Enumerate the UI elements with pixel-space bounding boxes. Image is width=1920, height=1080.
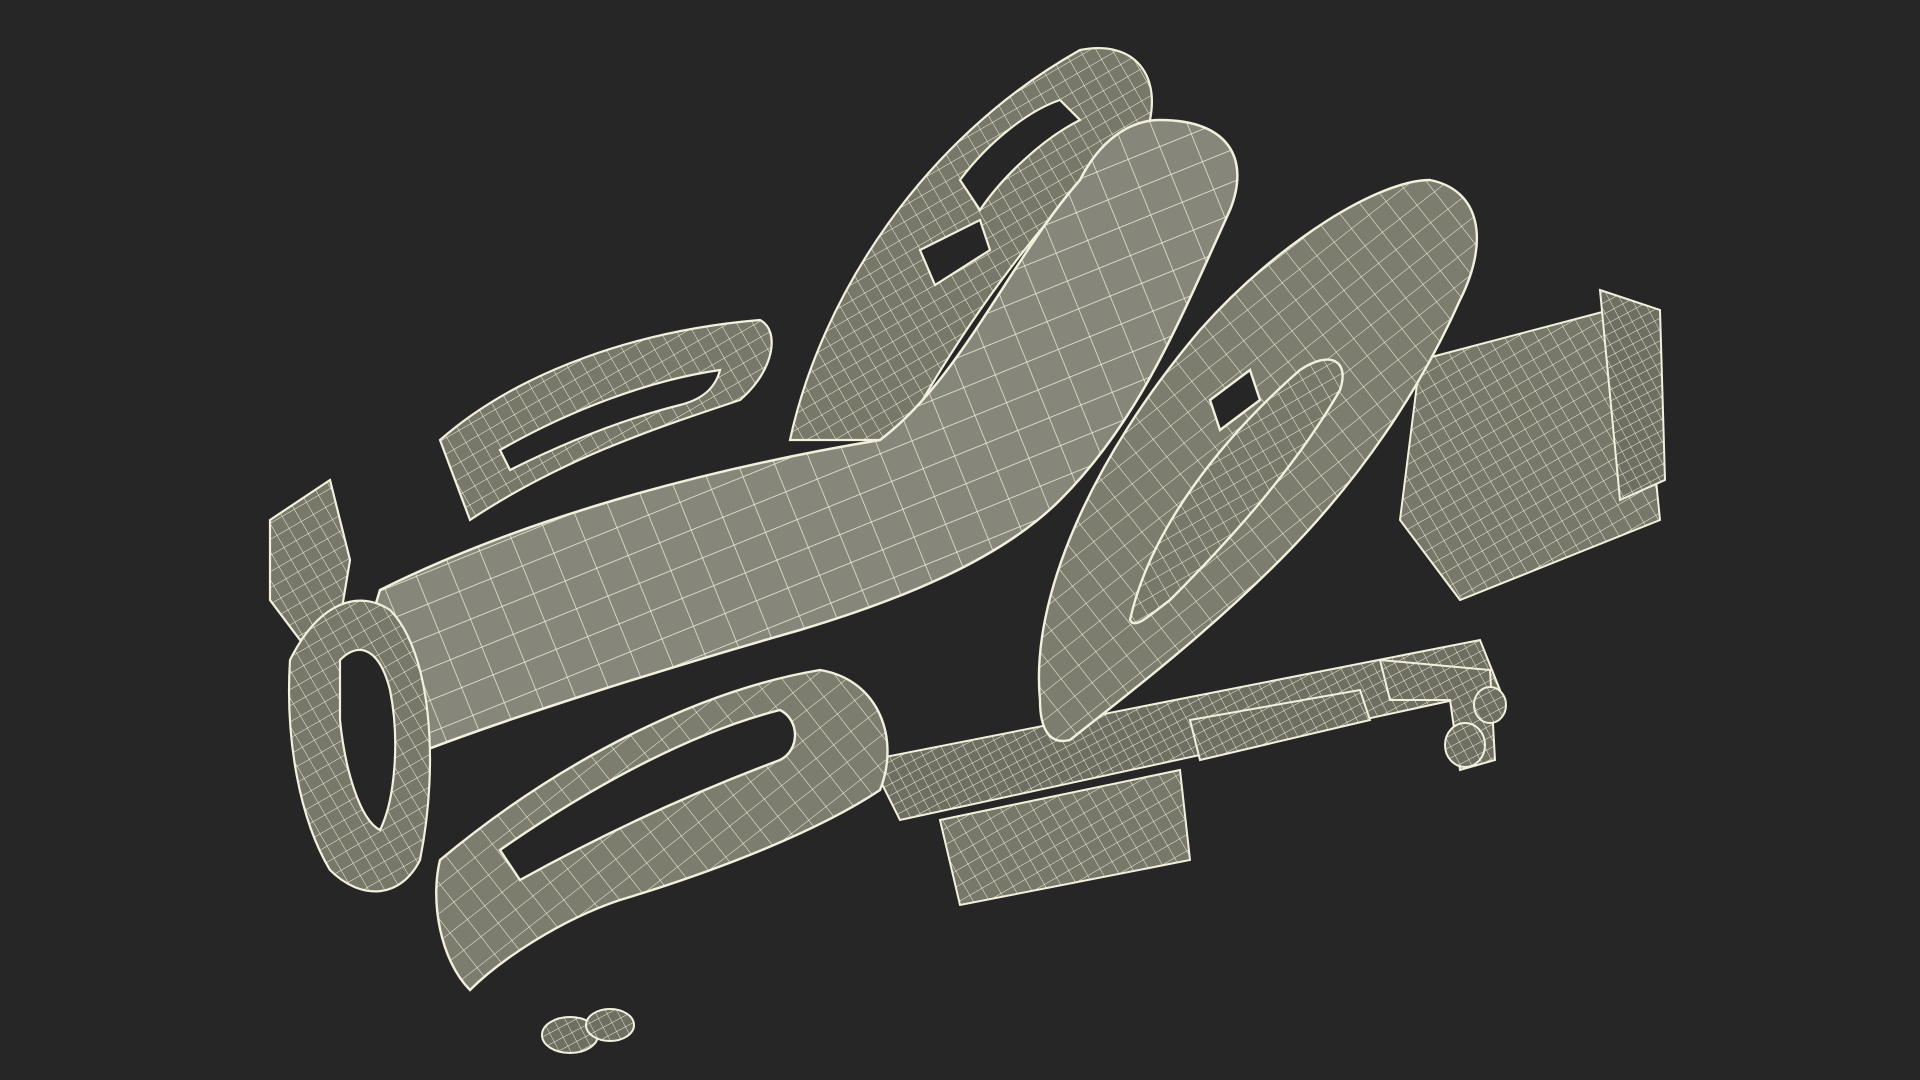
- headboard: [268, 478, 432, 893]
- hospital-bed-wireframe-render: [268, 47, 1667, 1054]
- render-viewport: [0, 0, 1920, 1080]
- bed-base-frame: [868, 638, 1502, 907]
